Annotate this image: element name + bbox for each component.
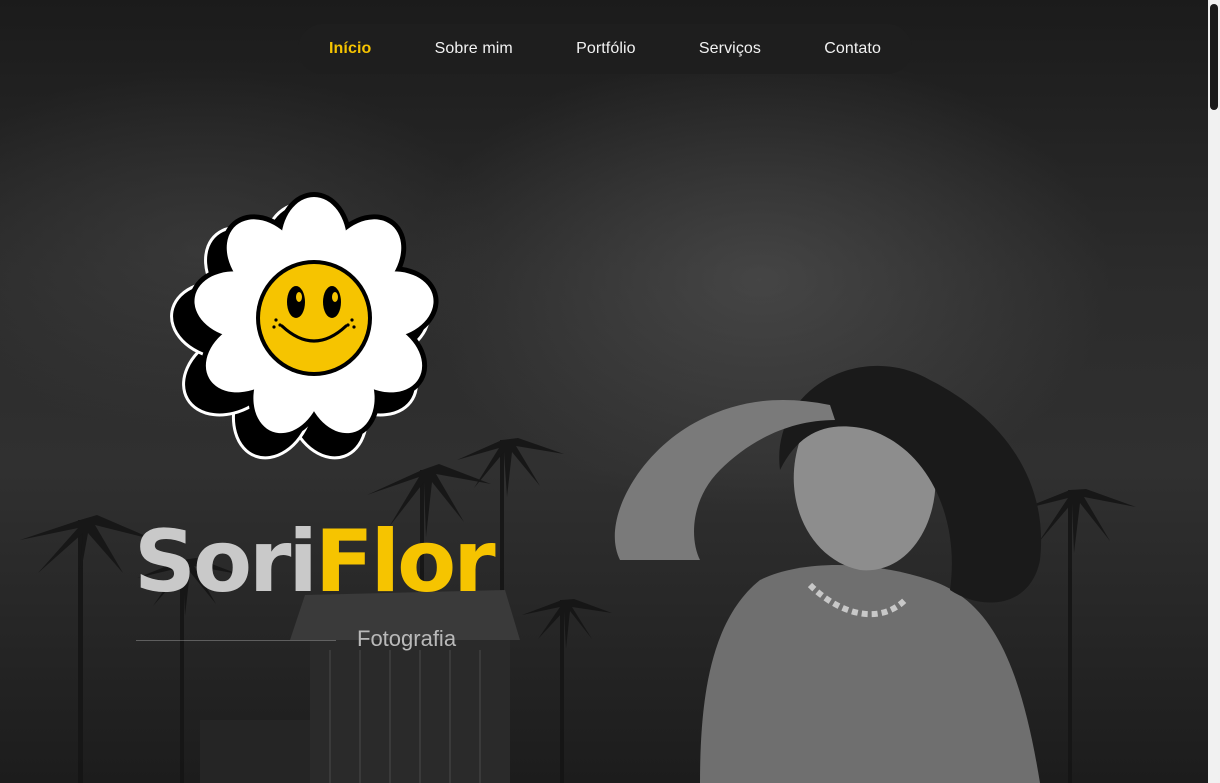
brand-wordmark-part2: Flor xyxy=(314,512,496,612)
nav-item-inicio[interactable]: Início xyxy=(329,40,371,58)
main-nav: Início Sobre mim Portfólio Serviços Cont… xyxy=(298,24,912,74)
nav-item-portfolio[interactable]: Portfólio xyxy=(576,40,636,58)
tagline: Fotografia xyxy=(357,626,457,651)
nav-item-contato[interactable]: Contato xyxy=(824,40,881,58)
brand-wordmark: SoriFlor xyxy=(134,512,496,612)
scrollbar-thumb[interactable] xyxy=(1210,4,1218,110)
tagline-divider xyxy=(136,640,336,641)
brand-wordmark-part1: Sori xyxy=(134,512,318,612)
nav-item-servicos[interactable]: Serviços xyxy=(699,40,761,58)
smiling-daisy-icon xyxy=(164,190,444,480)
nav-item-sobre-mim[interactable]: Sobre mim xyxy=(435,40,513,58)
page-scrollbar[interactable] xyxy=(1208,0,1220,783)
